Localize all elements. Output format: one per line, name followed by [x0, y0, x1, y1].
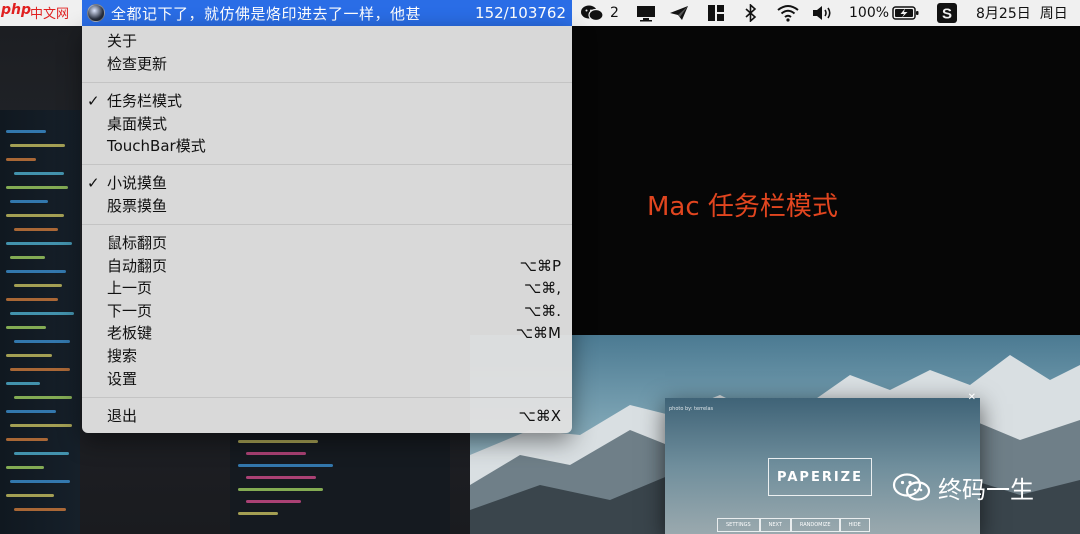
clock-status-item[interactable]: 8月25日 周日: [976, 0, 1068, 26]
monitor-icon: [637, 6, 655, 22]
menu-separator: [82, 82, 572, 83]
menu-separator: [82, 164, 572, 165]
background-code-editor: [0, 110, 80, 534]
menu-item-auto-flip[interactable]: 自动翻页 ⌥⌘P: [82, 255, 572, 277]
shortcut-next-page: ⌥⌘.: [523, 302, 561, 320]
checkmark-icon: ✓: [87, 174, 100, 192]
menu-item-novel-reading[interactable]: ✓ 小说摸鱼: [82, 172, 572, 194]
bluetooth-icon: [745, 4, 757, 22]
menu-item-mouse-flip[interactable]: 鼠标翻页: [82, 232, 572, 254]
screen-share-status-item[interactable]: [636, 0, 656, 26]
layout-status-item[interactable]: [707, 0, 725, 26]
paperize-next-button[interactable]: NEXT: [759, 518, 791, 532]
reading-progress: 152/103762: [475, 4, 566, 22]
menu-item-search[interactable]: 搜索: [82, 345, 572, 367]
wechat-account-name: 终码一生: [938, 476, 1034, 504]
wechat-icon: [581, 5, 604, 22]
speaker-icon: [813, 6, 831, 20]
menu-item-prev-page[interactable]: 上一页 ⌥⌘,: [82, 277, 572, 299]
paper-plane-icon: [670, 6, 688, 20]
novel-text-line: 全都记下了，就仿佛是烙印进去了一样，他甚: [111, 4, 422, 23]
menu-item-quit[interactable]: 退出 ⌥⌘X: [82, 405, 572, 427]
menu-item-next-page[interactable]: 下一页 ⌥⌘.: [82, 300, 572, 322]
menu-separator: [82, 224, 572, 225]
shortcut-boss-key: ⌥⌘M: [515, 324, 561, 342]
menu-item-boss-key[interactable]: 老板键 ⌥⌘M: [82, 322, 572, 344]
menu-item-settings[interactable]: 设置: [82, 368, 572, 390]
background-code-editor-2: [230, 430, 450, 534]
wechat-logo-icon: [892, 472, 931, 501]
shortcut-auto-flip: ⌥⌘P: [519, 257, 561, 275]
clock-weekday: 周日: [1039, 6, 1068, 22]
app-dropdown-menu: 关于 检查更新 ✓ 任务栏模式 桌面模式 TouchBar模式 ✓ 小说摸鱼 股…: [82, 26, 572, 433]
paperize-randomize-button[interactable]: RANDOMIZE: [790, 518, 840, 532]
svg-text:S: S: [942, 6, 952, 23]
paperize-settings-button[interactable]: SETTINGS: [717, 518, 760, 532]
wechat-unread-count: 2: [610, 5, 619, 21]
window-layout-icon: [708, 5, 724, 21]
wifi-status-item[interactable]: [777, 0, 799, 26]
paperize-logo: PAPERIZE: [768, 458, 872, 496]
bluetooth-status-item[interactable]: [744, 0, 758, 26]
fish-reader-app-icon: [87, 4, 105, 22]
paperize-close-icon[interactable]: ✕: [968, 392, 976, 403]
paperize-photo-credit: photo by: terrelas: [669, 406, 714, 412]
battery-percentage: 100%: [849, 5, 890, 21]
menu-item-desktop-mode[interactable]: 桌面模式: [82, 113, 572, 135]
wifi-icon: [777, 5, 799, 22]
menu-item-taskbar-mode[interactable]: ✓ 任务栏模式: [82, 90, 572, 112]
mac-menu-bar: php 中文网 全都记下了，就仿佛是烙印进去了一样，他甚 152/103762 …: [0, 0, 1080, 26]
mode-caption: Mac 任务栏模式: [647, 192, 838, 222]
clock-date: 8月25日: [976, 6, 1031, 22]
paperize-hide-button[interactable]: HIDE: [839, 518, 870, 532]
checkmark-icon: ✓: [87, 92, 100, 110]
battery-charging-icon: [892, 6, 919, 20]
shortcut-prev-page: ⌥⌘,: [523, 279, 561, 297]
novel-status-item[interactable]: 全都记下了，就仿佛是烙印进去了一样，他甚 152/103762: [82, 0, 572, 26]
menu-separator: [82, 397, 572, 398]
battery-status-item[interactable]: 100%: [849, 0, 920, 26]
sogou-input-status-item[interactable]: S: [937, 0, 957, 26]
menu-item-about[interactable]: 关于: [82, 30, 572, 52]
menu-item-stock-watching[interactable]: 股票摸鱼: [82, 195, 572, 217]
wechat-watermark: 终码一生: [892, 470, 1034, 505]
paperize-button-row: SETTINGS NEXT RANDOMIZE HIDE: [717, 518, 870, 532]
site-logo-text: 中文网: [30, 7, 70, 22]
wechat-status-item[interactable]: 2: [580, 0, 619, 26]
input-method-s-icon: S: [937, 3, 957, 23]
menu-item-check-update[interactable]: 检查更新: [82, 53, 572, 75]
paperize-window: photo by: terrelas ✕ PAPERIZE SETTINGS N…: [665, 392, 980, 534]
volume-status-item[interactable]: [811, 0, 833, 26]
shortcut-quit: ⌥⌘X: [518, 407, 561, 425]
site-logo-php: php: [1, 2, 32, 18]
menu-item-touchbar-mode[interactable]: TouchBar模式: [82, 135, 572, 157]
send-status-item[interactable]: [668, 0, 690, 26]
